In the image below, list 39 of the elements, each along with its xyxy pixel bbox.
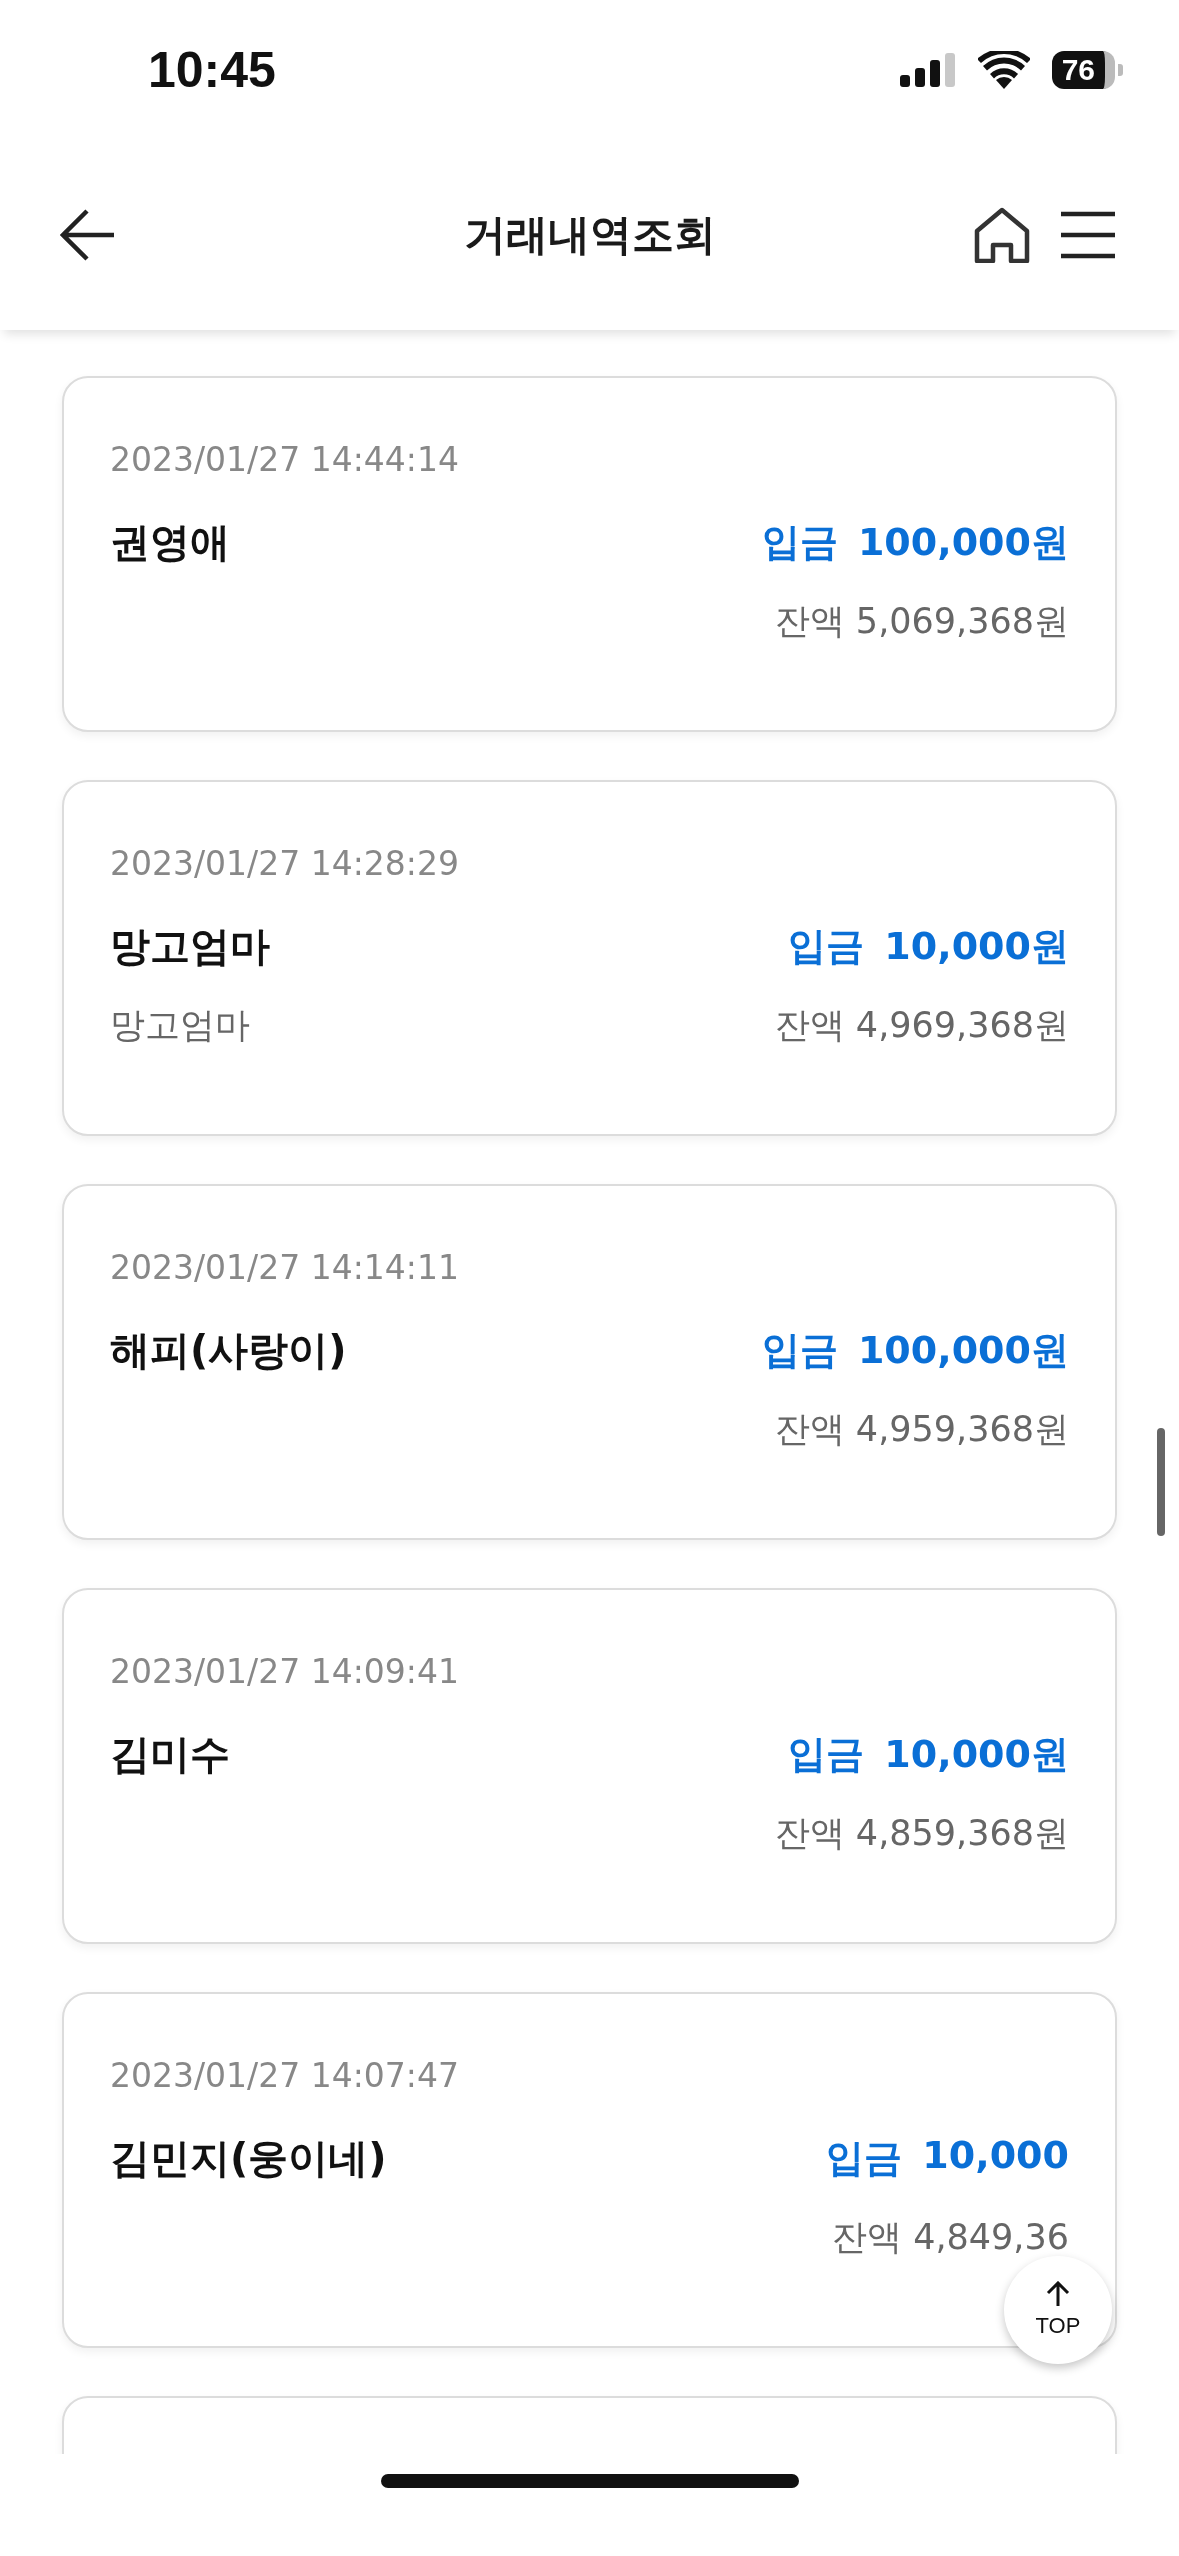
transaction-type: 입금 [761, 519, 838, 566]
transaction-date: 2023/01/27 14:14:11 [110, 1248, 460, 1287]
sender-name: 해피(사랑이) [110, 1326, 347, 1375]
balance-text: 잔액 5,069,368원 [774, 600, 1069, 643]
transaction-card[interactable]: 2023/01/27 14:44:14 권영애 입금 100,000원 잔액 5,069,368원 [62, 376, 1117, 732]
menu-icon[interactable] [1061, 211, 1115, 259]
balance-text: 잔액 4,959,368원 [774, 1408, 1069, 1451]
arrow-up-icon [1046, 2281, 1070, 2307]
transaction-type: 입금 [761, 1327, 838, 1374]
transaction-amount: 10,000원 [884, 1731, 1069, 1778]
transaction-amount: 100,000원 [857, 1327, 1069, 1374]
transaction-date: 2023/01/27 14:09:41 [110, 1652, 460, 1691]
battery-indicator: 76 [1051, 51, 1123, 89]
transaction-card[interactable]: 2023/01/27 14:28:29 망고엄마 입금 10,000원 망고엄마 잔액 4,969,368원 [62, 780, 1117, 1136]
status-time: 10:45 [148, 41, 276, 99]
transaction-type: 입금 [826, 2135, 903, 2182]
balance-text: 잔액 4,859,368원 [774, 1812, 1069, 1855]
wifi-icon [977, 51, 1030, 89]
signal-icon [899, 53, 956, 87]
sender-name: 김민지(웅이네) [110, 2134, 387, 2183]
transaction-amount: 10,000원 [884, 923, 1069, 970]
transaction-date: 2023/01/27 14:28:29 [110, 844, 460, 883]
transaction-memo: 망고엄마 [110, 1004, 250, 1047]
home-icon[interactable] [973, 207, 1031, 263]
transaction-date: 2023/01/27 14:44:14 [110, 440, 460, 479]
sender-name: 김미수 [110, 1730, 230, 1779]
transaction-card[interactable]: 2023/01/27 14:14:11 해피(사랑이) 입금 100,000원 잔액 4,959,368원 [62, 1184, 1117, 1540]
balance-text: 잔액 4,849,36 [832, 2216, 1069, 2259]
transaction-type: 입금 [788, 1731, 865, 1778]
transaction-card[interactable]: 2023/01/27 14:09:41 김미수 입금 10,000원 잔액 4,859,368원 [62, 1588, 1117, 1944]
sender-name: 망고엄마 [110, 922, 270, 971]
sender-name: 권영애 [110, 518, 230, 567]
transaction-amount: 100,000원 [857, 519, 1069, 566]
page-title: 거래내역조회 [463, 209, 716, 261]
back-arrow-icon[interactable] [60, 208, 116, 262]
balance-text: 잔액 4,969,368원 [774, 1004, 1069, 1047]
transaction-type: 입금 [788, 923, 865, 970]
transaction-date: 2023/01/27 14:07:47 [110, 2056, 460, 2095]
transaction-amount: 10,000 [922, 2133, 1069, 2179]
